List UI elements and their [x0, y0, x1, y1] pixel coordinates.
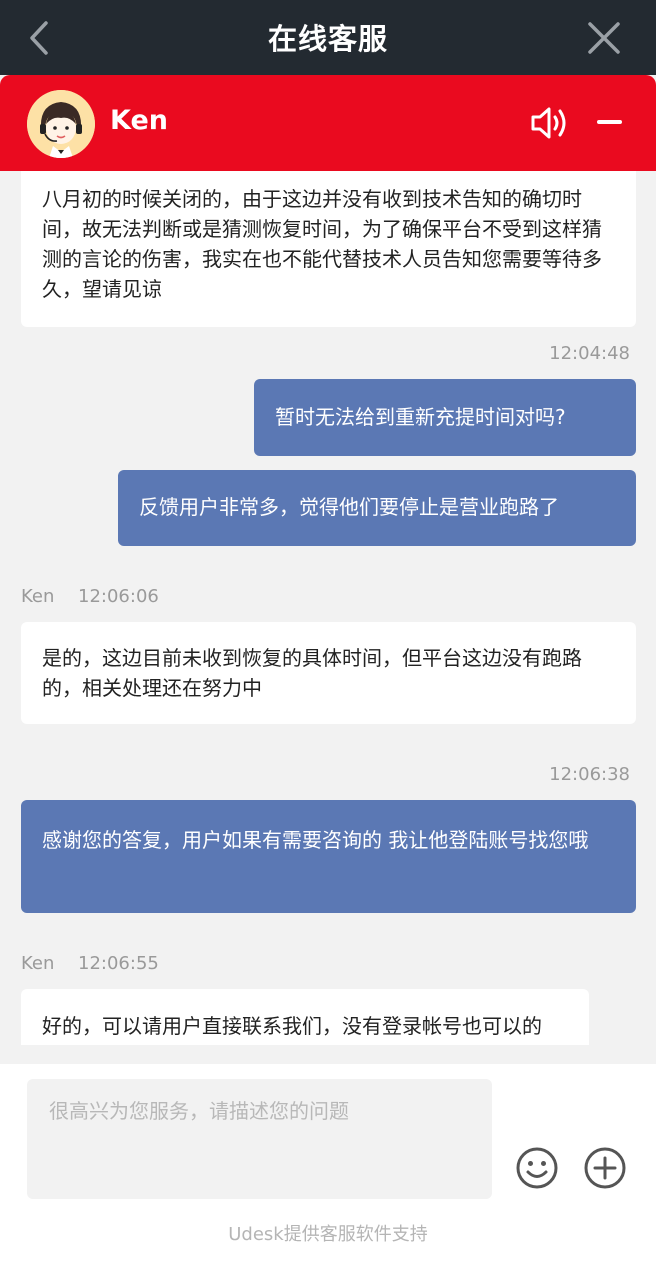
title-bar: 在线客服 — [0, 0, 656, 75]
agent-header: Ken — [0, 75, 656, 171]
message-sender: Ken — [21, 586, 55, 607]
message-time: 12:06:55 — [78, 953, 159, 974]
agent-message: 八月初的时候关闭的，由于这边并没有收到技术告知的确切时间，故无法判断或是猜测恢复… — [21, 171, 636, 327]
message-sender: Ken — [21, 953, 55, 974]
message-time: 12:04:48 — [549, 343, 630, 364]
composer: Udesk提供客服软件支持 — [0, 1064, 656, 1280]
agent-name: Ken — [110, 105, 168, 136]
chat-transcript[interactable]: 八月初的时候关闭的，由于这边并没有收到技术告知的确切时间，故无法判断或是猜测恢复… — [0, 171, 656, 1045]
plus-icon[interactable] — [583, 1146, 627, 1190]
user-message: 反馈用户非常多，觉得他们要停止是营业跑路了 — [118, 470, 636, 546]
speaker-icon[interactable] — [530, 105, 572, 141]
user-message: 暂时无法给到重新充提时间对吗? — [254, 379, 636, 456]
close-icon[interactable] — [584, 18, 624, 58]
emoji-icon[interactable] — [515, 1146, 559, 1190]
agent-message: 好的，可以请用户直接联系我们，没有登录帐号也可以的 — [21, 989, 589, 1045]
powered-by-text: Udesk提供客服软件支持 — [228, 1224, 428, 1245]
agent-message: 是的，这边目前未收到恢复的具体时间，但平台这边没有跑路的，相关处理还在努力中 — [21, 622, 636, 724]
message-input[interactable] — [27, 1079, 492, 1199]
user-message: 感谢您的答复，用户如果有需要咨询的 我让他登陆账号找您哦 — [21, 800, 636, 913]
message-time: 12:06:38 — [549, 764, 630, 785]
minimize-icon[interactable] — [597, 120, 622, 124]
customer-service-avatar — [27, 90, 95, 158]
message-time: 12:06:06 — [78, 586, 159, 607]
page-title: 在线客服 — [267, 22, 388, 56]
